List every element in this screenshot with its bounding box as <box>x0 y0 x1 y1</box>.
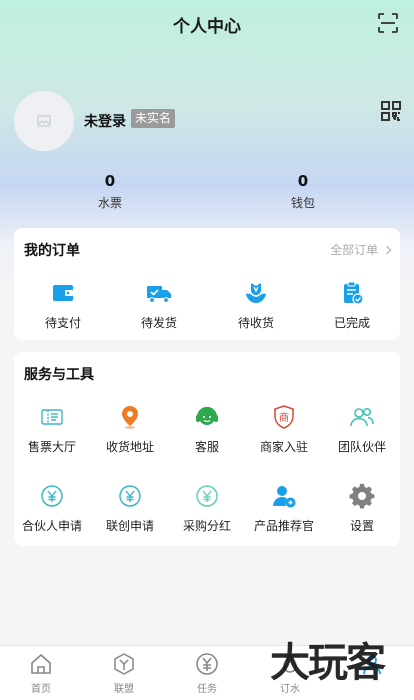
tab-tasks[interactable]: 任务 <box>177 652 237 695</box>
wallet-stat[interactable]: 0 钱包 <box>263 172 343 211</box>
services-card: 服务与工具 售票大厅 收货地址 客服 商 商家入驻 团队伙伴 合伙人申请 联创申… <box>14 352 400 546</box>
service-partner-apply[interactable]: 合伙人申请 <box>17 483 87 534</box>
location-icon <box>122 406 138 429</box>
service-purchase-dividend[interactable]: 采购分红 <box>172 483 242 534</box>
truck-icon <box>147 286 171 303</box>
service-product-recommender-label: 产品推荐官 <box>253 519 314 533</box>
orders-card: 我的订单 全部订单 待支付 待发货 待收货 已完成 <box>14 228 400 340</box>
service-co-founder-apply-label: 联创申请 <box>105 519 154 533</box>
tab-alliance[interactable]: 联盟 <box>94 652 154 695</box>
merchant-icon: 商 <box>274 405 294 429</box>
wallet-label: 钱包 <box>290 196 315 210</box>
service-address-label: 收货地址 <box>105 440 154 454</box>
service-team-partners-label: 团队伙伴 <box>337 440 386 454</box>
water-ticket-value: 0 <box>104 172 116 190</box>
all-orders-link[interactable]: 全部订单 <box>330 241 392 258</box>
image-placeholder-icon <box>37 115 51 127</box>
order-pending-shipment[interactable]: 待发货 <box>129 280 189 331</box>
order-pending-receipt-label: 待收货 <box>237 316 274 330</box>
tab-tasks-label: 任务 <box>197 684 217 695</box>
service-settings-label: 设置 <box>349 519 374 533</box>
wallet-icon <box>53 285 73 301</box>
service-customer-service-label: 客服 <box>194 440 219 454</box>
service-settings[interactable]: 设置 <box>327 483 397 534</box>
qrcode-icon[interactable] <box>380 100 402 122</box>
gear-icon <box>349 483 375 509</box>
watermark: 大玩客 <box>270 639 386 686</box>
service-customer-service[interactable]: 客服 <box>172 404 242 455</box>
order-pending-shipment-label: 待发货 <box>140 316 177 330</box>
tab-alliance-label: 联盟 <box>114 684 134 695</box>
order-pending-payment[interactable]: 待支付 <box>33 280 93 331</box>
avatar[interactable] <box>14 91 74 151</box>
services-title: 服务与工具 <box>24 367 94 383</box>
svg-text:商: 商 <box>279 411 289 424</box>
realname-status-badge: 未实名 <box>131 109 176 128</box>
home-icon <box>31 653 51 674</box>
service-partner-apply-label: 合伙人申请 <box>21 519 82 533</box>
service-merchant-join-label: 商家入驻 <box>259 440 308 454</box>
order-pending-receipt[interactable]: 待收货 <box>226 280 286 331</box>
water-ticket-label: 水票 <box>97 196 122 210</box>
login-status[interactable]: 未登录 <box>84 111 126 131</box>
orders-title: 我的订单 <box>24 243 80 259</box>
tab-home-label: 首页 <box>31 684 51 695</box>
service-purchase-dividend-label: 采购分红 <box>182 519 231 533</box>
order-pending-payment-label: 待支付 <box>44 316 81 330</box>
service-ticket-hall[interactable]: 售票大厅 <box>17 404 87 455</box>
service-merchant-join[interactable]: 商 商家入驻 <box>249 404 319 455</box>
chevron-right-icon <box>382 245 392 255</box>
service-team-partners[interactable]: 团队伙伴 <box>327 404 397 455</box>
ticket-icon <box>41 409 63 425</box>
service-co-founder-apply[interactable]: 联创申请 <box>95 483 165 534</box>
all-orders-label: 全部订单 <box>330 243 379 257</box>
wallet-value: 0 <box>297 172 309 190</box>
page-title: 个人中心 <box>173 17 241 37</box>
scan-icon[interactable] <box>376 11 400 35</box>
receive-icon <box>246 283 266 303</box>
service-product-recommender[interactable]: 产品推荐官 <box>249 483 319 534</box>
clipboard-check-icon <box>344 281 364 305</box>
tab-home[interactable]: 首页 <box>11 652 71 695</box>
customer-service-icon <box>196 406 218 425</box>
service-ticket-hall-label: 售票大厅 <box>27 440 76 454</box>
recommender-icon <box>273 486 296 508</box>
yen-coin-icon <box>196 485 218 507</box>
cube-icon <box>114 653 134 675</box>
team-icon <box>350 407 374 427</box>
yen-circle-icon <box>196 653 218 675</box>
water-ticket-stat[interactable]: 0 水票 <box>70 172 150 211</box>
service-address[interactable]: 收货地址 <box>95 404 165 455</box>
yen-coin-icon <box>119 485 141 507</box>
yen-coin-icon <box>41 485 63 507</box>
order-completed[interactable]: 已完成 <box>322 280 382 331</box>
order-completed-label: 已完成 <box>333 316 370 330</box>
